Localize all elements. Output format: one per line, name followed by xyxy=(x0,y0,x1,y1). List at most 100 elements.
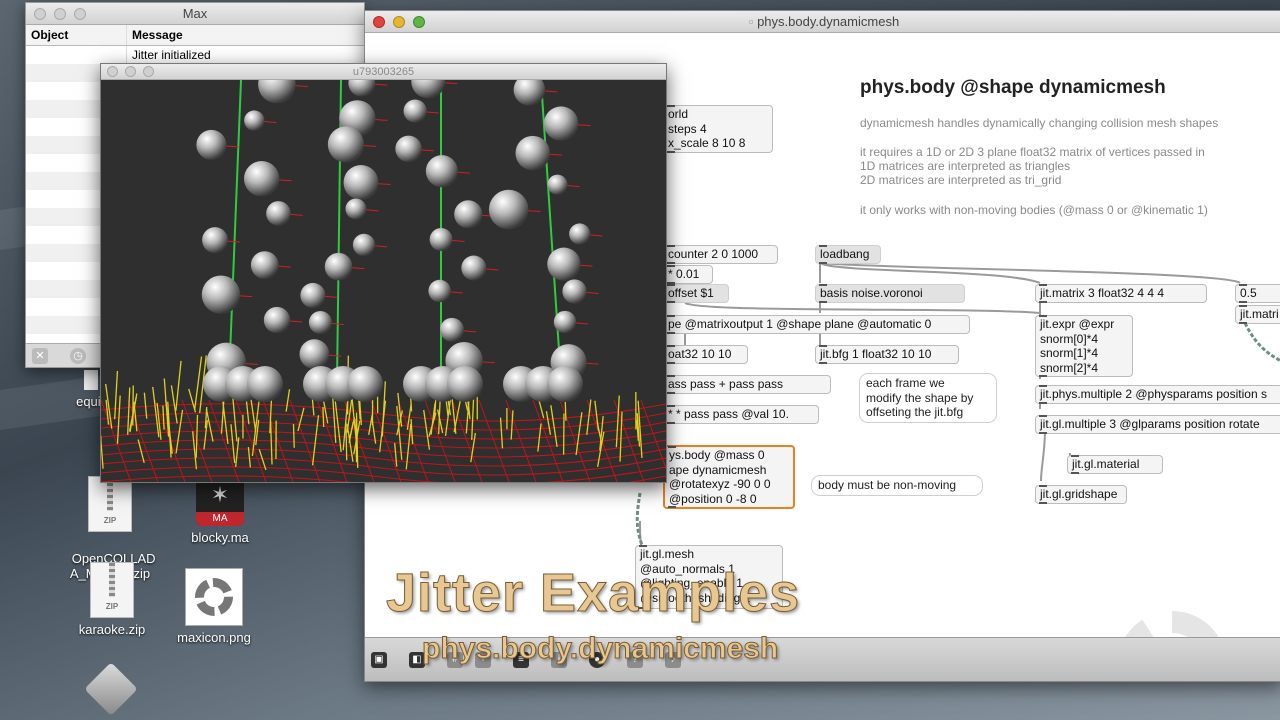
message-basis[interactable]: basis noise.voronoi xyxy=(815,284,965,303)
sphere xyxy=(352,233,376,257)
desktop-icon-label: maxicon.png xyxy=(177,630,251,645)
patcher-titlebar[interactable]: ▫ phys.body.dynamicmesh xyxy=(365,11,1280,33)
video-caption-subtitle: phys.body.dynamicmesh xyxy=(421,632,779,666)
normal-line xyxy=(269,420,273,465)
number-box[interactable]: 0.5 xyxy=(1235,284,1280,303)
sphere xyxy=(454,200,483,229)
gear-icon xyxy=(195,578,233,616)
description-line: it only works with non-moving bodies (@m… xyxy=(860,203,1208,217)
zoom-button[interactable] xyxy=(413,16,425,28)
zoom-button[interactable] xyxy=(74,8,86,20)
normal-line xyxy=(247,447,252,468)
minimize-button[interactable] xyxy=(393,16,405,28)
normal-line xyxy=(195,414,199,458)
floor-line xyxy=(505,399,537,482)
normal-line xyxy=(297,407,305,432)
message-offset[interactable]: offset $1 xyxy=(663,284,729,303)
sphere xyxy=(395,135,422,163)
desktop-icon-maxicon[interactable]: maxicon.png xyxy=(164,568,264,645)
object-jit-gl-multiple[interactable]: jit.gl.multiple 3 @glparams position rot… xyxy=(1035,415,1280,434)
normal-line xyxy=(162,405,165,430)
column-object[interactable]: Object xyxy=(26,25,127,45)
description-line: dynamicmesh handles dynamically changing… xyxy=(860,116,1219,130)
sphere xyxy=(543,106,579,141)
floor-line xyxy=(235,399,267,482)
sphere xyxy=(327,126,365,163)
desktop-icon-karaoke[interactable]: ZIP karaoke.zip xyxy=(62,562,162,637)
object-jit-op-val[interactable]: * * pass pass @val 10. xyxy=(663,405,819,424)
normal-line xyxy=(285,389,291,412)
script-editor-icon[interactable] xyxy=(84,662,138,716)
normal-line xyxy=(345,422,348,461)
clock-icon[interactable]: ◷ xyxy=(70,348,86,364)
floor-line xyxy=(101,475,666,482)
object-multiply[interactable]: * 0.01 xyxy=(663,265,713,284)
object-jit-phys-body[interactable]: ys.body @mass 0 ape dynamicmesh @rotatex… xyxy=(663,445,795,509)
normal-line xyxy=(499,417,504,449)
normal-line xyxy=(175,360,182,411)
sphere xyxy=(428,279,451,303)
console-row-object xyxy=(26,46,127,64)
column-message[interactable]: Message xyxy=(127,25,364,45)
minimize-button[interactable] xyxy=(125,66,136,77)
normal-line xyxy=(250,398,257,432)
sphere xyxy=(263,306,291,334)
object-jit-gl-material[interactable]: jit.gl.material xyxy=(1067,455,1163,474)
close-button[interactable] xyxy=(107,66,118,77)
green-axes xyxy=(228,80,562,381)
normal-line xyxy=(235,437,240,467)
normal-line xyxy=(410,419,414,445)
object-loadbang[interactable]: loadbang xyxy=(815,245,881,264)
window-title: phys.body.dynamicmesh xyxy=(757,14,900,29)
object-gridshape-matrixoutput[interactable]: pe @matrixoutput 1 @shape plane @automat… xyxy=(663,315,970,334)
floor-line xyxy=(559,399,591,482)
minimize-button[interactable] xyxy=(54,8,66,20)
normal-line xyxy=(143,392,148,419)
sphere xyxy=(348,80,376,97)
lock-icon[interactable]: ▣ xyxy=(371,652,387,668)
clear-icon[interactable]: ✕ xyxy=(32,348,48,364)
sphere xyxy=(513,80,546,106)
console-row[interactable]: Jitter initialized xyxy=(26,46,364,64)
floor-line xyxy=(316,399,348,482)
normal-line xyxy=(114,370,119,420)
physics-spheres xyxy=(196,80,603,402)
normal-line xyxy=(545,411,552,435)
description-line: it requires a 1D or 2D 3 plane float32 m… xyxy=(860,145,1205,159)
close-button[interactable] xyxy=(34,8,46,20)
render-titlebar[interactable]: u793003265 xyxy=(101,64,666,80)
sphere xyxy=(247,366,283,402)
desktop-icon-blocky[interactable]: ✶ MA blocky.ma xyxy=(170,478,270,545)
object-jit-phys-multiple[interactable]: jit.phys.multiple 2 @physparams position… xyxy=(1035,385,1280,404)
console-titlebar[interactable]: Max xyxy=(26,3,364,25)
normal-line xyxy=(230,424,236,464)
object-jit-op-pass[interactable]: ass pass + pass pass xyxy=(663,375,831,394)
object-jit-gl-gridshape[interactable]: jit.gl.gridshape xyxy=(1035,485,1127,504)
object-jit-expr[interactable]: jit.expr @expr snorm[0]*4 snorm[1]*4 sno… xyxy=(1035,315,1133,377)
normal-line xyxy=(165,399,173,454)
video-caption-title: Jitter Examples xyxy=(385,563,801,624)
object-matrix-float32[interactable]: oat32 10 10 xyxy=(663,345,748,364)
sphere xyxy=(569,223,591,245)
sphere xyxy=(562,279,587,304)
sphere xyxy=(488,189,529,230)
sphere xyxy=(447,366,483,402)
sphere xyxy=(547,366,583,402)
object-jit-matrix-right[interactable]: jit.matri xyxy=(1235,305,1280,324)
sphere xyxy=(429,228,453,251)
sphere xyxy=(324,252,353,281)
sphere xyxy=(250,251,279,279)
floor-line xyxy=(101,439,666,458)
zoom-button[interactable] xyxy=(143,66,154,77)
object-counter[interactable]: counter 2 0 1000 xyxy=(663,245,778,264)
object-jit-bfg[interactable]: jit.bfg 1 float32 10 10 xyxy=(815,345,959,364)
object-jit-matrix[interactable]: jit.matrix 3 float32 4 4 4 xyxy=(1035,284,1207,303)
normal-line xyxy=(348,422,354,444)
close-button[interactable] xyxy=(373,16,385,28)
normal-line xyxy=(394,442,398,467)
normal-line xyxy=(232,398,238,442)
floor-line xyxy=(101,457,666,476)
object-jit-phys-world[interactable]: orld steps 4 x_scale 8 10 8 xyxy=(663,105,773,153)
sphere xyxy=(345,198,367,220)
gl-scene[interactable] xyxy=(101,80,666,482)
